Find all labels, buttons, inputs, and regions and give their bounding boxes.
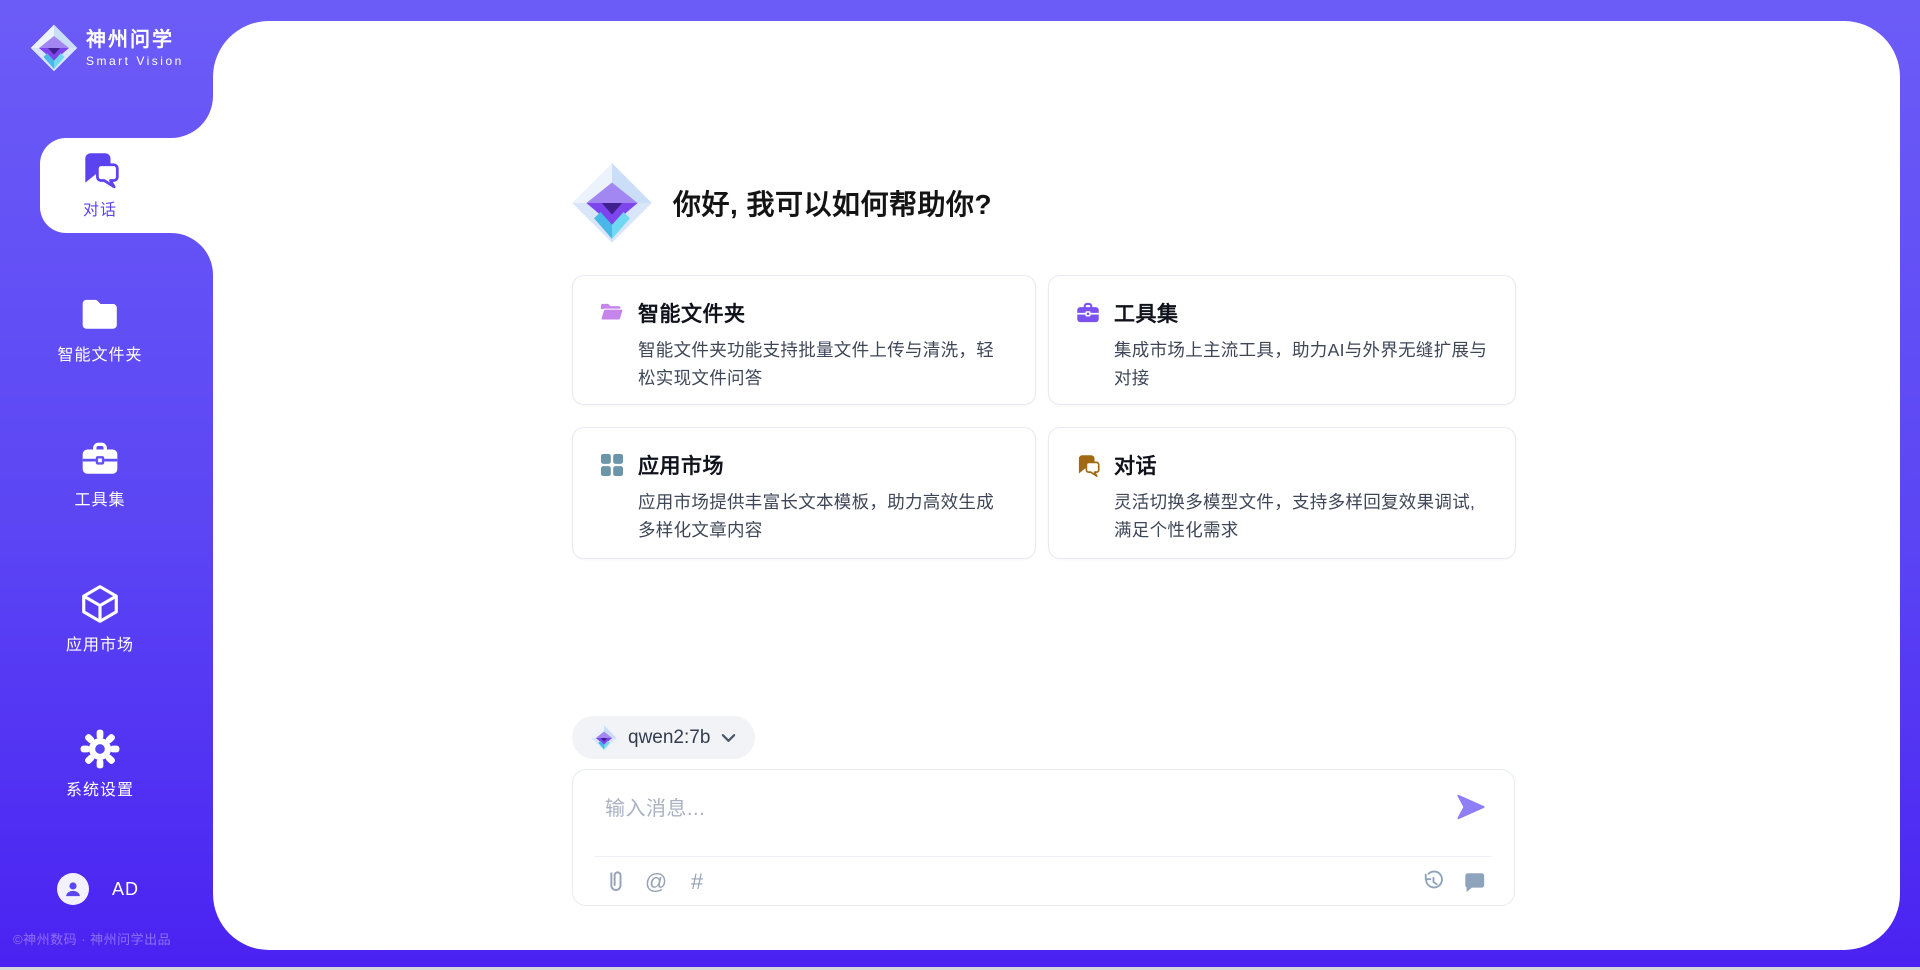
tab-fillet-bottom [157,233,213,289]
message-input[interactable] [603,790,1433,846]
sidebar-item-toolset[interactable]: 工具集 [0,428,200,523]
user-account[interactable]: AD [57,873,139,905]
sidebar-item-smart-folder[interactable]: 智能文件夹 [0,283,200,378]
send-plane-icon[interactable] [1456,792,1486,822]
sidebar-item-label: 系统设置 [0,776,200,800]
paperclip-icon [604,869,626,895]
grid-tiles-icon [599,452,625,478]
greeting-title: 你好, 我可以如何帮助你? [673,183,992,223]
sidebar-item-label: 工具集 [0,486,200,510]
gem-diamond-icon [30,24,78,72]
brand-gem-icon [571,162,653,244]
gear-icon [79,728,121,770]
composer-divider [595,856,1492,857]
brand-subtitle: Smart Vision [86,55,184,67]
sidebar-item-app-market[interactable]: 应用市场 [0,573,200,668]
card-title: 对话 [1114,450,1157,480]
tab-fillet-top [157,82,213,138]
card-smart-folder[interactable]: 智能文件夹 智能文件夹功能支持批量文件上传与清洗，轻松实现文件问答 [572,275,1036,405]
card-description: 灵活切换多模型文件，支持多样回复效果调试,满足个性化需求 [1114,489,1491,544]
mention-button[interactable]: @ [644,869,668,895]
history-button[interactable] [1422,870,1446,894]
folder-icon [79,293,121,335]
card-title: 工具集 [1114,298,1179,328]
chevron-down-icon [721,732,736,744]
sidebar-item-label: 智能文件夹 [0,341,200,365]
sidebar-item-chat[interactable]: 对话 [0,138,200,233]
attach-file-button[interactable] [603,869,627,895]
chat-bubbles-icon [1075,452,1101,478]
main-content-area: 你好, 我可以如何帮助你? 智能文件夹 智能文件夹功能支持批量文件上传与清洗，轻… [213,21,1900,950]
card-toolset[interactable]: 工具集 集成市场上主流工具，助力AI与外界无缝扩展与对接 [1048,275,1516,405]
brand-logo: 神州问学 Smart Vision [30,24,184,72]
conversation-button[interactable] [1462,870,1486,894]
model-selector[interactable]: qwen2:7b [572,716,755,759]
sidebar-item-label: 应用市场 [0,631,200,655]
brand-name: 神州问学 [86,30,184,50]
feature-cards: 智能文件夹 智能文件夹功能支持批量文件上传与清洗，轻松实现文件问答 工具集 集成… [572,275,1516,559]
briefcase-icon [79,438,121,480]
topic-button[interactable]: # [685,869,709,895]
at-sign-icon: @ [645,871,667,893]
message-composer: @ # [572,769,1515,906]
folder-open-icon [599,300,625,326]
app-window: 你好, 我可以如何帮助你? 智能文件夹 智能文件夹功能支持批量文件上传与清洗，轻… [0,0,1920,970]
card-title: 应用市场 [638,450,724,480]
person-icon [62,878,84,900]
chat-bubbles-icon [79,148,121,190]
message-icon [1462,870,1485,893]
copyright-footer: ©神州数码 · 神州问学出品 [13,929,171,948]
cube-icon [79,583,121,625]
history-icon [1422,870,1445,893]
sidebar-item-label: 对话 [0,196,200,220]
briefcase-icon [1075,300,1101,326]
card-description: 智能文件夹功能支持批量文件上传与清洗，轻松实现文件问答 [638,337,1011,392]
model-name: qwen2:7b [628,727,710,749]
hash-icon: # [691,871,703,893]
sidebar-item-settings[interactable]: 系统设置 [0,718,200,813]
user-initials: AD [112,879,139,900]
card-title: 智能文件夹 [638,298,746,328]
gem-diamond-icon [591,725,617,751]
card-description: 应用市场提供丰富长文本模板，助力高效生成多样化文章内容 [638,489,1011,544]
avatar [57,873,89,905]
card-app-market[interactable]: 应用市场 应用市场提供丰富长文本模板，助力高效生成多样化文章内容 [572,427,1036,559]
card-chat[interactable]: 对话 灵活切换多模型文件，支持多样回复效果调试,满足个性化需求 [1048,427,1516,559]
greeting-block: 你好, 我可以如何帮助你? [571,162,992,244]
card-description: 集成市场上主流工具，助力AI与外界无缝扩展与对接 [1114,337,1491,392]
